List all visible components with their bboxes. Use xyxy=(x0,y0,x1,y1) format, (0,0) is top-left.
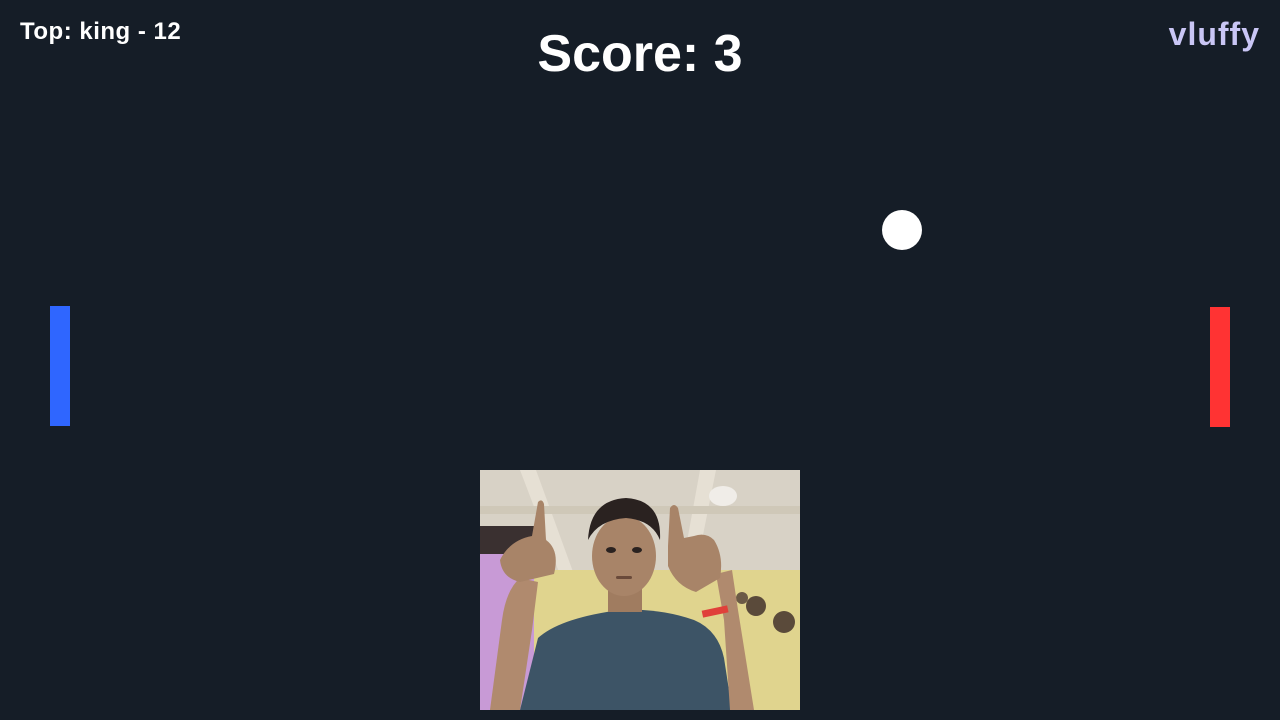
game-canvas: Top: king - 12 Score: 3 vluffy xyxy=(0,0,1280,720)
right-paddle xyxy=(1210,307,1230,427)
webcam-person-icon xyxy=(480,470,800,710)
player-name: vluffy xyxy=(1168,16,1260,52)
score-display: Score: 3 xyxy=(537,25,743,83)
webcam-feed xyxy=(480,470,800,710)
left-paddle xyxy=(50,306,70,426)
ball xyxy=(882,210,922,250)
